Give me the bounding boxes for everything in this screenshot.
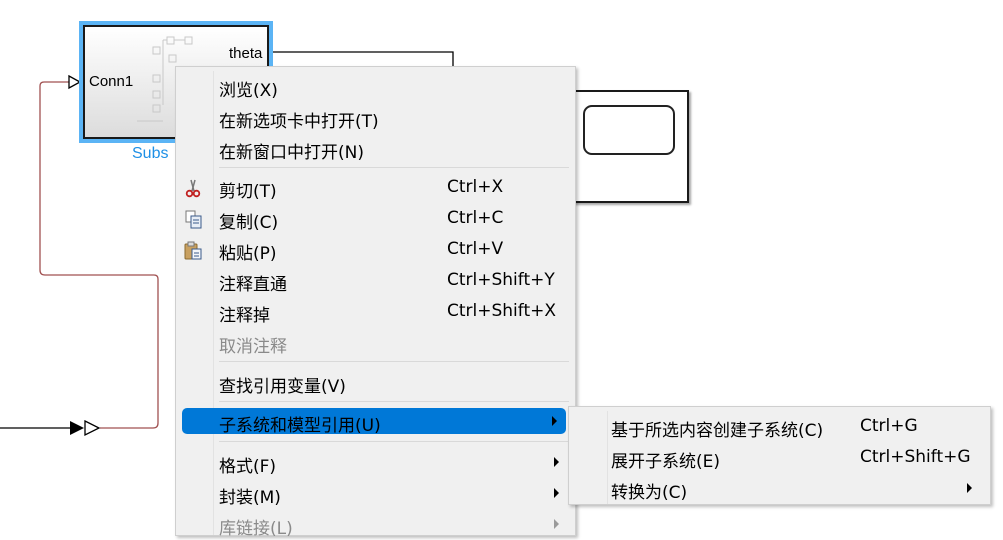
connection-port-arrow (84, 419, 101, 437)
context-menu: 浏览(X) 在新选项卡中打开(T) 在新窗口中打开(N) 剪切(T) Ctrl+… (175, 66, 576, 539)
menu-item-label: 粘贴(P) (219, 244, 277, 264)
output-port-label: theta (229, 45, 263, 62)
menu-item-subsystem-model-reference[interactable]: 子系统和模型引用(U) (182, 408, 566, 436)
menu-item-label: 子系统和模型引用(U) (219, 416, 381, 436)
menu-item-cut[interactable]: 剪切(T) Ctrl+X (176, 172, 575, 203)
target-block-shape (583, 105, 675, 155)
menu-item-shortcut: Ctrl+Shift+G (860, 447, 971, 467)
submenu-arrow-icon (554, 519, 559, 529)
menu-item-browse[interactable]: 浏览(X) (176, 71, 575, 102)
menu-item-shortcut: Ctrl+G (860, 416, 918, 436)
menu-item-label: 浏览(X) (219, 81, 278, 101)
menu-item-shortcut: Ctrl+Shift+X (447, 301, 557, 321)
submenu-arrow-icon (967, 483, 972, 493)
menu-item-label: 注释直通 (219, 275, 287, 295)
menu-item-shortcut: Ctrl+X (447, 177, 504, 197)
submenu-arrow-icon (554, 457, 559, 467)
menu-item-paste[interactable]: 粘贴(P) Ctrl+V (176, 234, 575, 265)
menu-item-open-new-window[interactable]: 在新窗口中打开(N) (176, 133, 575, 164)
menu-separator (219, 441, 569, 442)
menu-item-label: 转换为(C) (611, 483, 688, 503)
menu-item-label: 剪切(T) (219, 182, 277, 202)
copy-icon (185, 210, 202, 229)
menu-item-label: 格式(F) (219, 457, 277, 477)
subsystem-name[interactable]: Subs (132, 145, 168, 163)
menu-item-shortcut: Ctrl+V (447, 239, 504, 259)
menu-item-label: 基于所选内容创建子系统(C) (611, 421, 824, 441)
menu-item-shortcut: Ctrl+Shift+Y (447, 270, 555, 290)
target-block[interactable] (573, 90, 689, 203)
menu-item-library-link: 库链接(L) (176, 509, 575, 540)
menu-item-uncomment: 取消注释 (176, 327, 575, 358)
menu-item-label: 在新选项卡中打开(T) (219, 112, 379, 132)
menu-item-open-new-tab[interactable]: 在新选项卡中打开(T) (176, 102, 575, 133)
inport-arrow-filled (70, 421, 84, 435)
menu-item-comment-through[interactable]: 注释直通 Ctrl+Shift+Y (176, 265, 575, 296)
submenu-arrow-icon (552, 416, 557, 426)
menu-item-label: 注释掉 (219, 306, 270, 326)
menu-separator (219, 167, 569, 168)
menu-item-shortcut: Ctrl+C (447, 208, 504, 228)
scissors-icon (185, 179, 201, 198)
menu-item-mask[interactable]: 封装(M) (176, 478, 575, 509)
menu-item-format[interactable]: 格式(F) (176, 447, 575, 478)
submenu-arrow-icon (554, 488, 559, 498)
menu-item-label: 封装(M) (219, 488, 281, 508)
menu-item-label: 取消注释 (219, 337, 287, 357)
input-port-label: Conn1 (89, 73, 134, 90)
menu-separator (219, 401, 569, 402)
menu-item-label: 查找引用变量(V) (219, 377, 346, 397)
menu-item-find-referenced-variables[interactable]: 查找引用变量(V) (176, 367, 575, 398)
submenu: 基于所选内容创建子系统(C) Ctrl+G 展开子系统(E) Ctrl+Shif… (568, 406, 991, 505)
paste-icon (184, 241, 202, 260)
menu-item-label: 展开子系统(E) (611, 452, 721, 472)
menu-separator (219, 361, 569, 362)
submenu-item-create-subsystem[interactable]: 基于所选内容创建子系统(C) Ctrl+G (569, 411, 990, 442)
submenu-item-convert-to[interactable]: 转换为(C) (569, 473, 990, 504)
menu-item-label: 在新窗口中打开(N) (219, 143, 364, 163)
submenu-item-expand-subsystem[interactable]: 展开子系统(E) Ctrl+Shift+G (569, 442, 990, 473)
menu-item-label: 复制(C) (219, 213, 279, 233)
menu-item-label: 库链接(L) (219, 519, 293, 539)
menu-item-comment-out[interactable]: 注释掉 Ctrl+Shift+X (176, 296, 575, 327)
menu-item-copy[interactable]: 复制(C) Ctrl+C (176, 203, 575, 234)
